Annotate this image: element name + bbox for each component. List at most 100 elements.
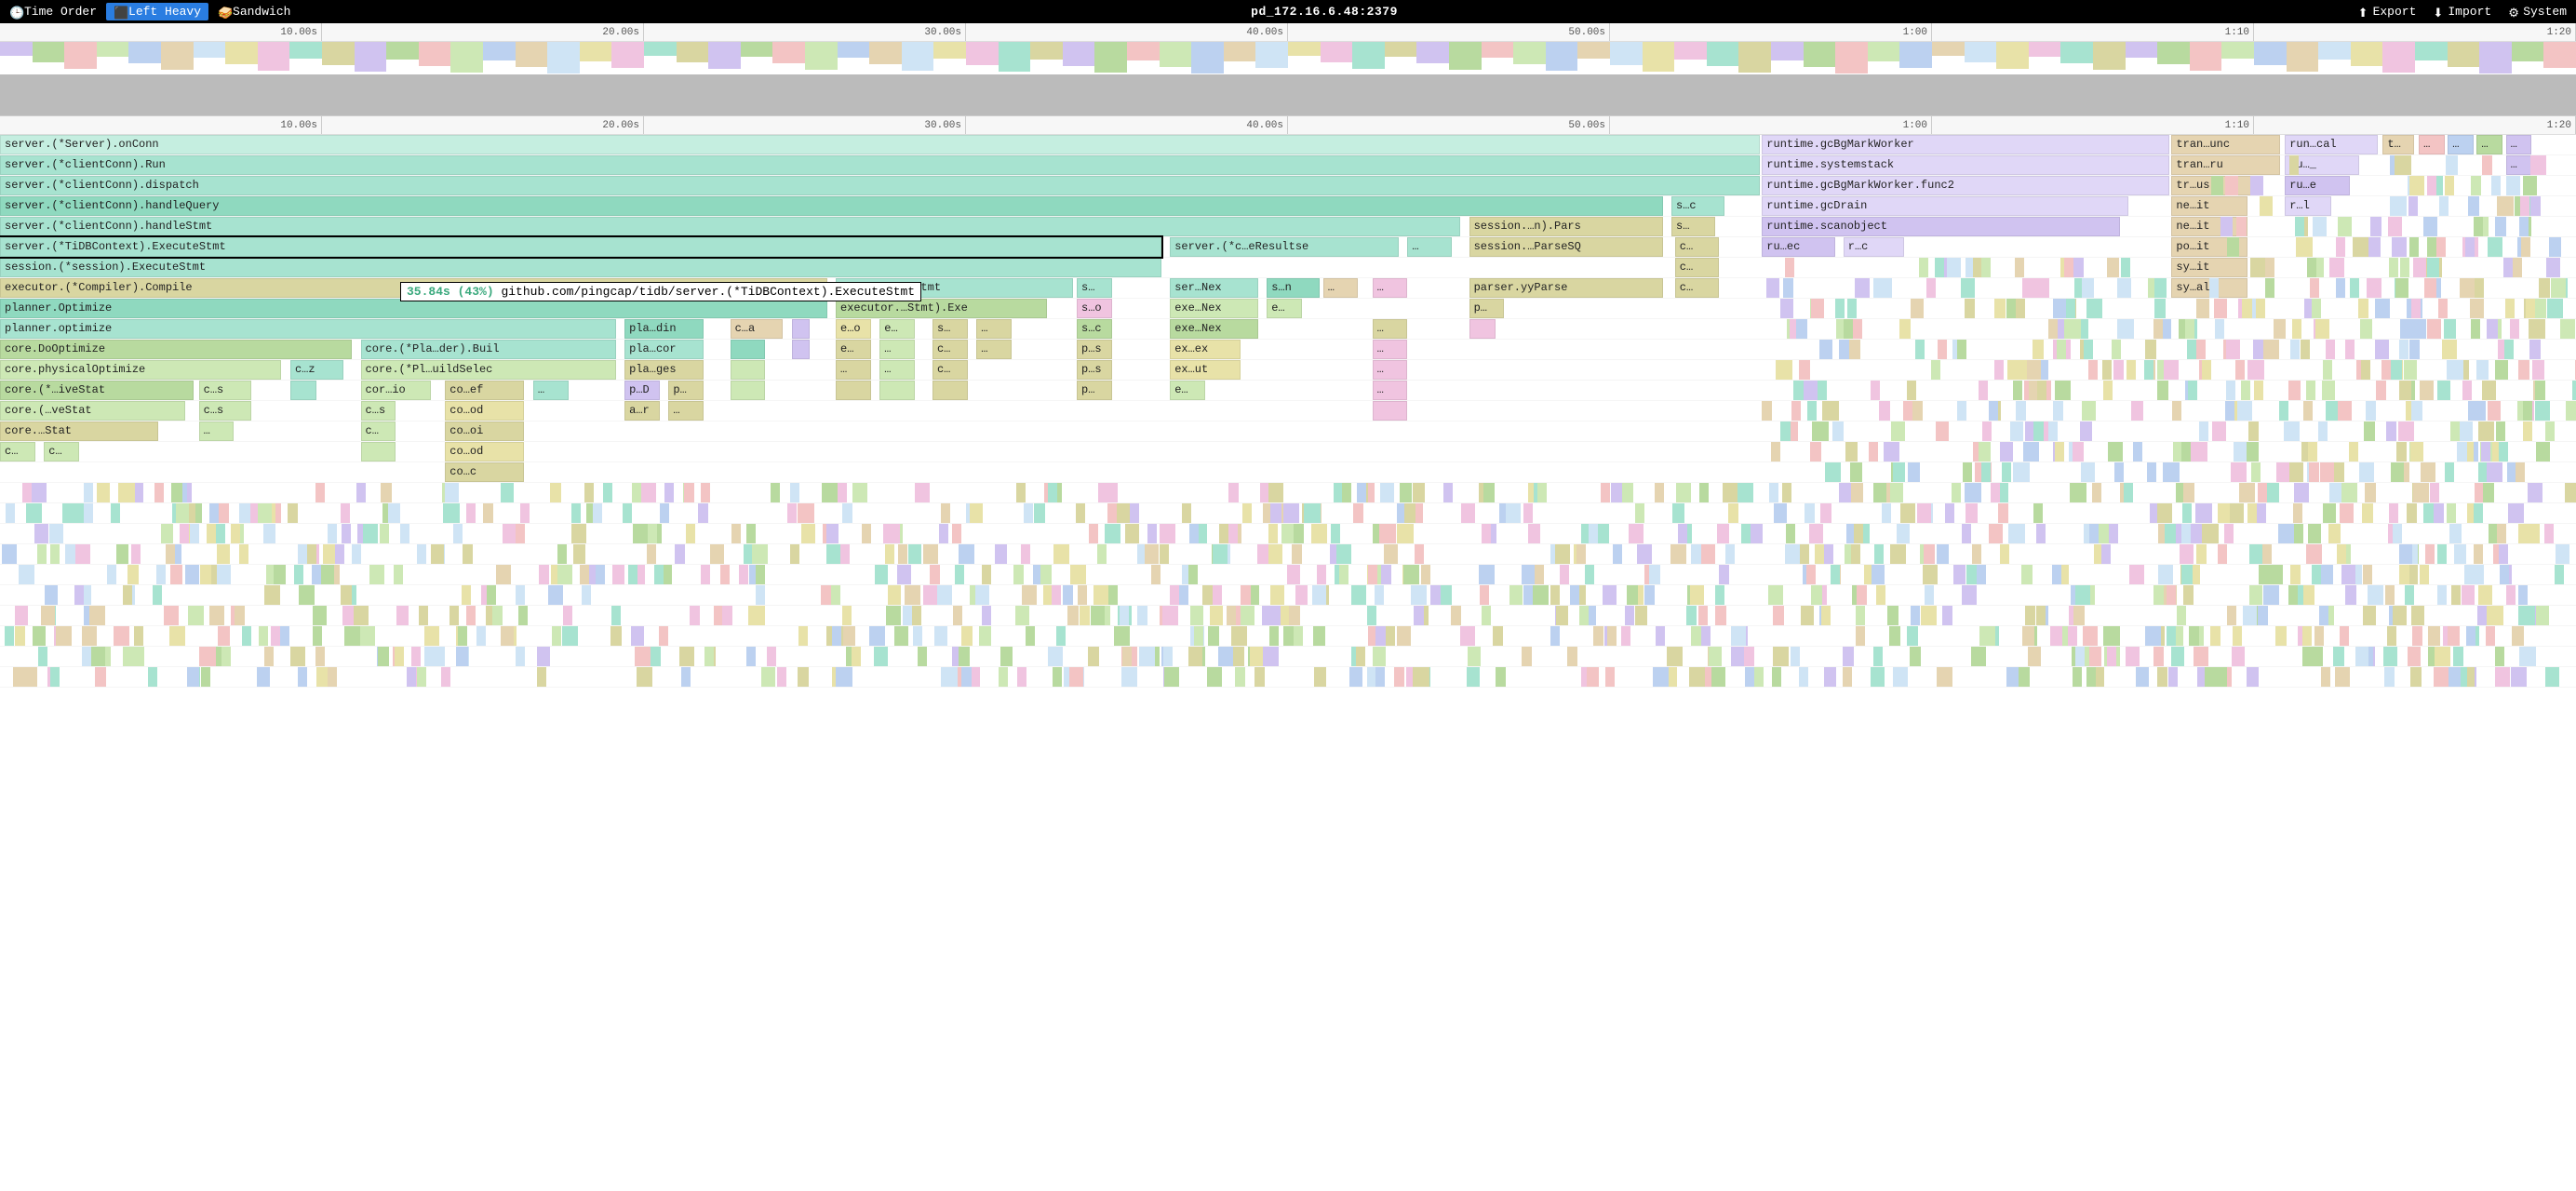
flame-frame[interactable] xyxy=(2147,462,2156,482)
flame-frame[interactable] xyxy=(2499,544,2508,564)
flame-frame[interactable] xyxy=(1962,524,1971,543)
flame-frame[interactable] xyxy=(2410,667,2422,687)
flame-frame[interactable] xyxy=(2488,401,2501,421)
flame-frame[interactable] xyxy=(1942,606,1952,625)
flame-frame[interactable]: server.(*clientConn).handleQuery xyxy=(0,196,1663,216)
flame-frame[interactable] xyxy=(1819,340,1832,359)
flame-frame[interactable] xyxy=(539,565,549,584)
flame-frame[interactable] xyxy=(2367,278,2381,298)
flame-frame[interactable] xyxy=(458,626,467,646)
flame-frame[interactable] xyxy=(41,606,55,625)
flame-frame[interactable] xyxy=(2518,585,2528,605)
flame-frame[interactable] xyxy=(2302,626,2312,646)
flame-frame[interactable] xyxy=(1441,585,1451,605)
flame-frame[interactable] xyxy=(38,647,47,666)
flame-frame[interactable] xyxy=(2399,565,2409,584)
flame-frame[interactable] xyxy=(1774,503,1787,523)
flame-frame[interactable] xyxy=(1288,606,1300,625)
flame-frame[interactable] xyxy=(56,626,72,646)
flame-frame[interactable]: … xyxy=(533,381,569,400)
flame-frame[interactable] xyxy=(1137,606,1147,625)
flame-frame[interactable] xyxy=(2315,319,2329,339)
flame-frame[interactable]: runtime.gcBgMarkWorker.func2 xyxy=(1762,176,2168,195)
flame-frame[interactable] xyxy=(2363,462,2375,482)
flame-frame[interactable] xyxy=(1637,544,1652,564)
flame-frame[interactable] xyxy=(134,626,143,646)
flame-frame[interactable] xyxy=(259,626,268,646)
flame-frame[interactable] xyxy=(2363,606,2376,625)
flame-frame[interactable] xyxy=(1924,544,1935,564)
flame-frame[interactable] xyxy=(2306,381,2315,400)
flame-frame[interactable] xyxy=(2383,647,2397,666)
flame-frame[interactable] xyxy=(1911,299,1925,318)
flame-frame[interactable] xyxy=(1981,258,1991,277)
flame-frame[interactable]: … xyxy=(1373,278,1408,298)
flame-frame[interactable] xyxy=(623,503,632,523)
flame-frame[interactable]: server.(*clientConn).handleStmt xyxy=(0,217,1460,236)
flame-frame[interactable] xyxy=(2500,565,2509,584)
flame-frame[interactable] xyxy=(2530,196,2541,216)
flame-frame[interactable] xyxy=(462,585,471,605)
flame-frame[interactable] xyxy=(2048,422,2058,441)
flame-frame[interactable] xyxy=(1048,647,1063,666)
flame-frame[interactable] xyxy=(1851,544,1860,564)
flame-frame[interactable] xyxy=(341,503,350,523)
flame-frame[interactable] xyxy=(1686,606,1697,625)
flame-frame[interactable] xyxy=(2312,299,2321,318)
flame-frame[interactable] xyxy=(1884,442,1899,462)
flame-frame[interactable] xyxy=(239,503,249,523)
flame-frame[interactable] xyxy=(1461,503,1475,523)
flame-frame[interactable] xyxy=(492,606,503,625)
flame-frame[interactable] xyxy=(1268,524,1278,543)
flame-frame[interactable] xyxy=(1342,483,1351,502)
flame-frame[interactable] xyxy=(164,606,180,625)
flame-frame[interactable] xyxy=(242,626,251,646)
flame-frame[interactable] xyxy=(2481,442,2490,462)
flame-frame[interactable] xyxy=(1017,667,1026,687)
flame-frame[interactable] xyxy=(248,503,258,523)
flame-frame[interactable] xyxy=(1349,667,1362,687)
flame-frame[interactable] xyxy=(264,647,274,666)
flame-frame[interactable] xyxy=(1952,483,1961,502)
flame-frame[interactable] xyxy=(201,667,210,687)
flame-frame[interactable] xyxy=(679,647,694,666)
flame-frame[interactable] xyxy=(1242,503,1252,523)
flame-frame[interactable] xyxy=(2399,544,2412,564)
flame-frame[interactable] xyxy=(2036,606,2046,625)
flame-frame[interactable] xyxy=(2101,544,2111,564)
flame-frame[interactable] xyxy=(2213,667,2226,687)
flame-frame[interactable] xyxy=(2420,565,2429,584)
view-left-heavy[interactable]: ⬛Left Heavy xyxy=(106,3,208,20)
flame-frame[interactable] xyxy=(218,626,230,646)
flame-frame[interactable] xyxy=(2544,524,2554,543)
flame-frame[interactable] xyxy=(1460,626,1475,646)
flame-frame[interactable] xyxy=(2249,544,2262,564)
flame-frame[interactable] xyxy=(923,544,938,564)
flame-frame[interactable] xyxy=(1331,524,1340,543)
flame-frame[interactable] xyxy=(1304,503,1321,523)
flame-frame[interactable] xyxy=(1089,524,1098,543)
flame-frame[interactable] xyxy=(258,503,272,523)
flame-frame[interactable] xyxy=(1375,585,1384,605)
flame-frame[interactable] xyxy=(1151,565,1161,584)
flame-frame[interactable] xyxy=(131,544,141,564)
flame-frame[interactable] xyxy=(1482,524,1491,543)
flame-frame[interactable] xyxy=(1822,401,1839,421)
flame-frame[interactable] xyxy=(2073,667,2082,687)
flame-frame[interactable] xyxy=(886,606,900,625)
flame-frame[interactable] xyxy=(26,503,41,523)
flame-frame[interactable] xyxy=(2391,462,2404,482)
flamegraph[interactable]: server.(*Server).onConnruntime.gcBgMarkW… xyxy=(0,135,2576,688)
flame-frame[interactable] xyxy=(2511,667,2527,687)
flame-frame[interactable] xyxy=(649,647,661,666)
flame-frame[interactable] xyxy=(2247,360,2263,380)
flame-frame[interactable] xyxy=(1034,503,1045,523)
flame-frame[interactable] xyxy=(2033,503,2043,523)
flame-frame[interactable] xyxy=(171,483,182,502)
flame-frame[interactable] xyxy=(2475,278,2484,298)
flame-frame[interactable] xyxy=(2462,585,2475,605)
flame-frame[interactable] xyxy=(2057,340,2066,359)
flame-frame[interactable] xyxy=(1287,565,1301,584)
flame-frame[interactable] xyxy=(2279,401,2288,421)
flame-frame[interactable] xyxy=(2411,401,2422,421)
